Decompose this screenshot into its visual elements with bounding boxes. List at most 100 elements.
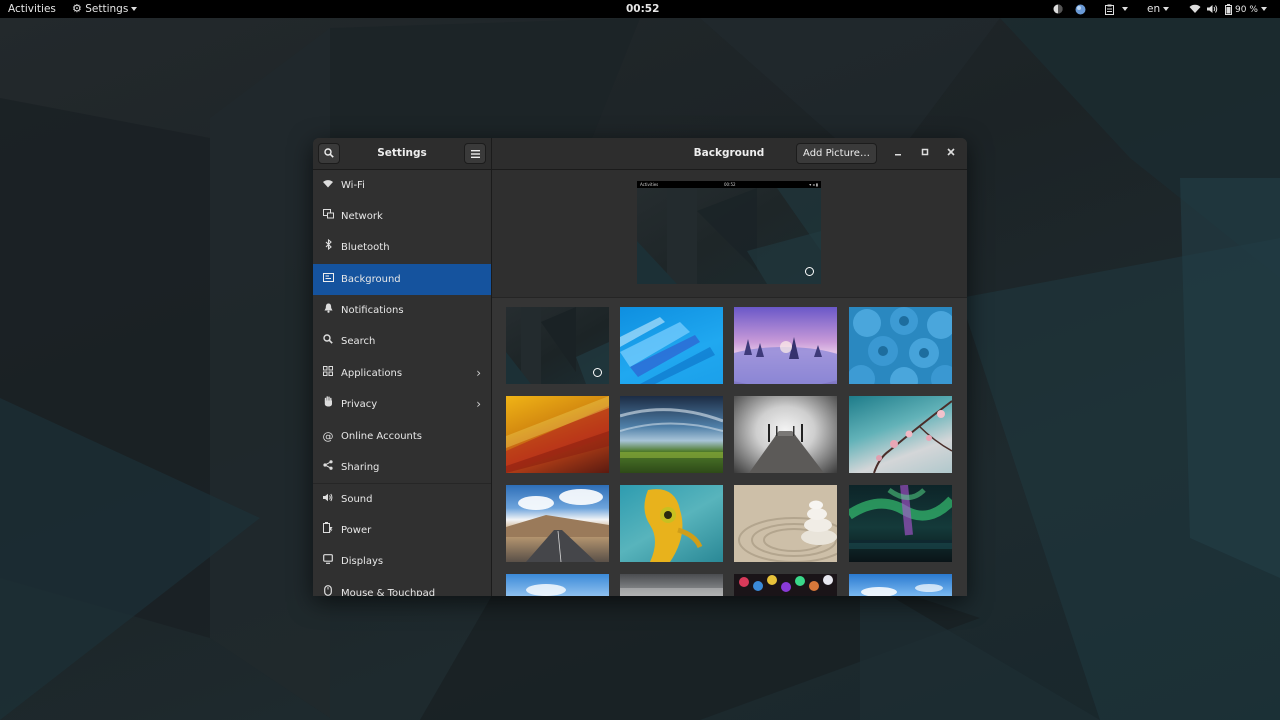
panel-title: Background <box>693 147 765 159</box>
chevron-down-icon <box>1122 7 1128 11</box>
selected-indicator-icon <box>805 267 814 276</box>
sidebar-item-applications[interactable]: Applications › <box>313 358 491 389</box>
chevron-right-icon: › <box>476 366 481 380</box>
wallpaper-thumbnail[interactable] <box>620 574 723 596</box>
sidebar-item-online-accounts[interactable]: @ Online Accounts <box>313 421 491 452</box>
sidebar-item-mouse-touchpad[interactable]: Mouse & Touchpad <box>313 578 491 596</box>
clipboard-menu[interactable] <box>1105 0 1128 18</box>
battery-icon <box>1224 3 1232 15</box>
wallpaper-thumbnail[interactable] <box>506 396 609 473</box>
wallpaper-thumbnail[interactable] <box>506 485 609 562</box>
sidebar-item-label: Search <box>341 336 376 347</box>
wallpaper-thumbnail[interactable] <box>849 574 952 596</box>
sidebar-item-label: Displays <box>341 556 384 567</box>
background-panel: Activities 00:52 ▾ ◂ ▮ <box>492 170 967 596</box>
clock[interactable]: 00:52 <box>626 0 659 18</box>
preview-activities: Activities <box>640 182 659 187</box>
mouse-icon <box>322 578 334 596</box>
background-icon <box>322 264 334 295</box>
sidebar-item-label: Mouse & Touchpad <box>341 588 436 596</box>
sidebar-item-label: Notifications <box>341 305 404 316</box>
wifi-icon <box>322 170 334 201</box>
top-bar: Activities ⚙ Settings 00:52 en 90 % <box>0 0 1280 18</box>
display-icon <box>322 546 334 577</box>
wallpaper-thumbnail[interactable] <box>849 396 952 473</box>
app-menu-button[interactable]: ⚙ Settings <box>72 0 138 18</box>
hamburger-icon <box>470 150 480 158</box>
wallpaper-thumbnail[interactable] <box>734 574 837 596</box>
close-icon <box>947 148 955 156</box>
gear-icon: ⚙ <box>72 2 82 15</box>
volume-icon <box>1207 5 1218 13</box>
wallpaper-thumbnail[interactable] <box>734 396 837 473</box>
bluetooth-icon <box>322 232 334 263</box>
sidebar: Wi-Fi Network Bluetooth Background Notif… <box>313 170 492 596</box>
sidebar-item-label: Background <box>341 274 401 285</box>
search-button[interactable] <box>318 143 340 164</box>
battery-percent: 90 % <box>1235 5 1258 15</box>
preview-top-bar: Activities 00:52 ▾ ◂ ▮ <box>637 181 821 188</box>
wifi-icon <box>1189 4 1201 13</box>
selected-check-icon <box>593 368 602 377</box>
sidebar-item-wifi[interactable]: Wi-Fi <box>313 170 491 201</box>
share-icon <box>322 452 334 483</box>
wallpaper-thumbnail[interactable] <box>506 307 609 384</box>
wallpaper-thumbnail[interactable] <box>620 485 723 562</box>
chevron-right-icon: › <box>476 397 481 411</box>
sidebar-header: Settings <box>313 138 492 169</box>
sidebar-item-label: Privacy <box>341 399 378 410</box>
system-menu[interactable]: 90 % <box>1189 0 1267 18</box>
app-menu-label: Settings <box>85 3 129 15</box>
primary-menu-button[interactable] <box>464 143 486 164</box>
sidebar-item-sound[interactable]: Sound <box>313 484 491 515</box>
chevron-down-icon <box>131 7 138 11</box>
sidebar-item-search[interactable]: Search <box>313 326 491 357</box>
sidebar-item-privacy[interactable]: Privacy › <box>313 389 491 420</box>
maximize-button[interactable] <box>918 147 932 161</box>
color-globe-icon[interactable] <box>1075 0 1086 18</box>
power-icon <box>322 515 334 546</box>
chevron-down-icon <box>1163 7 1170 11</box>
speaker-icon <box>322 484 334 515</box>
night-light-icon[interactable] <box>1053 0 1063 18</box>
sidebar-item-label: Power <box>341 525 372 536</box>
sidebar-item-sharing[interactable]: Sharing <box>313 452 491 483</box>
hand-icon <box>322 389 334 420</box>
minimize-icon <box>895 154 901 156</box>
header-bar: Settings Background Add Picture… <box>313 138 967 170</box>
sidebar-item-network[interactable]: Network <box>313 201 491 232</box>
wallpaper-thumbnail[interactable] <box>734 485 837 562</box>
search-icon <box>322 326 334 357</box>
network-icon <box>322 201 334 232</box>
apps-grid-icon <box>322 358 334 389</box>
wallpaper-thumbnail[interactable] <box>849 307 952 384</box>
language-menu[interactable]: en <box>1147 0 1170 18</box>
sidebar-item-label: Sharing <box>341 462 380 473</box>
sidebar-title: Settings <box>377 147 427 159</box>
wallpaper-thumbnail[interactable] <box>620 396 723 473</box>
sidebar-item-bluetooth[interactable]: Bluetooth <box>313 232 491 263</box>
sidebar-item-label: Sound <box>341 494 373 505</box>
wallpaper-thumbnail[interactable] <box>849 485 952 562</box>
sidebar-item-power[interactable]: Power <box>313 515 491 546</box>
sidebar-item-notifications[interactable]: Notifications <box>313 295 491 326</box>
wallpaper-thumbnail[interactable] <box>506 574 609 596</box>
preview-clock: 00:52 <box>724 182 736 187</box>
close-button[interactable] <box>944 147 958 161</box>
chevron-down-icon <box>1260 7 1267 11</box>
wallpaper-thumbnail[interactable] <box>734 307 837 384</box>
sidebar-item-background[interactable]: Background <box>313 264 491 295</box>
current-background-preview: Activities 00:52 ▾ ◂ ▮ <box>637 181 821 284</box>
add-picture-button[interactable]: Add Picture… <box>796 143 877 164</box>
activities-button[interactable]: Activities <box>8 0 56 18</box>
sidebar-item-displays[interactable]: Displays <box>313 546 491 577</box>
wallpaper-thumbnail[interactable] <box>620 307 723 384</box>
settings-window: Settings Background Add Picture… Wi-Fi N… <box>313 138 967 596</box>
sidebar-item-label: Online Accounts <box>341 431 423 442</box>
sidebar-item-label: Network <box>341 211 383 222</box>
minimize-button[interactable] <box>891 147 905 161</box>
clipboard-icon <box>1105 4 1114 15</box>
at-icon: @ <box>322 430 334 443</box>
language-label: en <box>1147 3 1161 15</box>
maximize-icon <box>921 148 929 156</box>
